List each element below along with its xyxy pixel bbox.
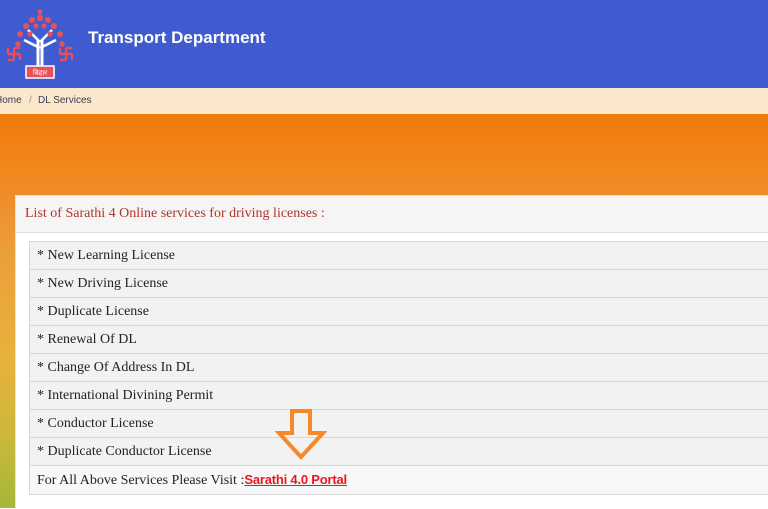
portal-visit-text: For All Above Services Please Visit : [37, 473, 245, 488]
panel-heading: List of Sarathi 4 Online services for dr… [16, 196, 768, 233]
portal-visit-row: For All Above Services Please Visit :Sar… [30, 466, 768, 494]
services-panel: List of Sarathi 4 Online services for dr… [15, 195, 768, 509]
down-arrow-icon [275, 409, 327, 460]
breadcrumb-home-link[interactable]: Home [0, 95, 22, 106]
list-item: * Duplicate License [30, 298, 768, 326]
bihar-emblem-logo-icon[interactable]: बिहार [0, 4, 80, 82]
list-item: * Renewal Of DL [30, 326, 768, 354]
list-item: * New Driving License [30, 270, 768, 298]
breadcrumb-separator: / [29, 95, 32, 106]
sarathi-portal-link[interactable]: Sarathi 4.0 Portal [244, 472, 347, 487]
site-header: बिहार Transport Department [0, 0, 768, 88]
list-item: * International Divining Permit [30, 382, 768, 410]
breadcrumb: Home / DL Services [0, 88, 768, 114]
svg-text:बिहार: बिहार [33, 68, 47, 77]
site-title: Transport Department [88, 28, 266, 47]
list-item: * Duplicate Conductor License [30, 438, 768, 466]
breadcrumb-current: DL Services [38, 95, 92, 106]
list-item: * Change Of Address In DL [30, 354, 768, 382]
list-item: * Conductor License [30, 410, 768, 438]
services-list: * New Learning License * New Driving Lic… [29, 241, 768, 495]
list-item: * New Learning License [30, 242, 768, 270]
panel-title: List of Sarathi 4 Online services for dr… [25, 206, 325, 221]
